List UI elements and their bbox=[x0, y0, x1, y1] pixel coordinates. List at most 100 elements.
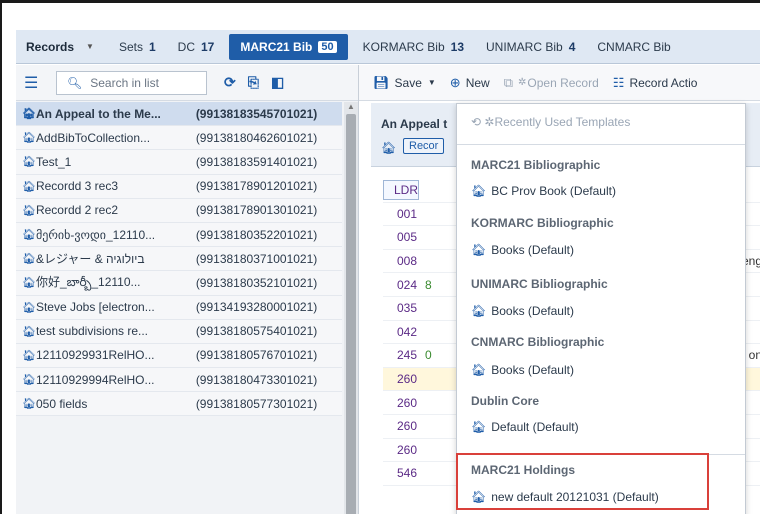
home-icon: 🏠︎ bbox=[471, 243, 487, 257]
home-icon: 🏠︎ bbox=[22, 398, 36, 411]
field-tag: 245 bbox=[397, 348, 418, 363]
home-icon: 🏠︎ bbox=[22, 325, 36, 338]
list-item[interactable]: 🏠︎ 050 fields (99138180577301021) bbox=[16, 392, 342, 417]
pin-icon: ✲ bbox=[518, 77, 527, 88]
menu-template-item[interactable]: 🏠︎ Books (Default) bbox=[471, 304, 574, 318]
menu-section-header: UNIMARC Bibliographic bbox=[471, 277, 608, 291]
tab-records[interactable]: Records ▼ bbox=[16, 30, 108, 64]
record-mms-id: (99138180352101021) bbox=[195, 275, 318, 290]
pin-icon: ✲ bbox=[484, 115, 495, 129]
template-label: Books (Default) bbox=[491, 363, 574, 377]
save-button[interactable]: 💾︎ Save ▼ bbox=[373, 75, 436, 91]
list-item[interactable]: 🏠︎ 12110929931RelHO... (99138180576701021) bbox=[16, 343, 342, 369]
new-label: New bbox=[465, 75, 490, 90]
field-tag: 260 bbox=[397, 419, 418, 434]
field-text: on bbox=[748, 348, 760, 363]
field-tag: 008 bbox=[397, 254, 418, 269]
open-record-icon: ⧉ bbox=[503, 74, 514, 90]
menu-section-header: MARC21 Bibliographic bbox=[471, 158, 601, 172]
field-indicator: 0 bbox=[425, 348, 432, 363]
list-item[interactable]: 🏠︎ Recordd 3 rec3 (99138178901201021) bbox=[16, 174, 342, 199]
list-item[interactable]: 🏠︎ Steve Jobs [electron... (99134193280001… bbox=[16, 295, 342, 320]
list-item[interactable]: 🏠︎ &レジャー & ביולוגיה (99138180371001021) bbox=[16, 247, 342, 272]
chevron-down-icon: ▼ bbox=[427, 78, 436, 87]
tab-marc21-bib[interactable]: MARC21 Bib 50 bbox=[229, 33, 348, 60]
record-mms-id: (99138180462601021) bbox=[195, 130, 318, 145]
tab-unimarc-bib[interactable]: UNIMARC Bib 4 bbox=[475, 30, 586, 64]
record-mms-id: (99138180371001021) bbox=[195, 251, 318, 266]
record-title: &レジャー & ביולוגיה bbox=[35, 252, 145, 267]
record-title: An Appeal to the Me... bbox=[35, 106, 161, 121]
list-item[interactable]: 🏠︎ An Appeal to the Me... (991381835457010… bbox=[16, 102, 342, 127]
list-item[interactable]: 🏠︎ test subdivisions re... (99138180575401… bbox=[16, 319, 342, 344]
record-mms-id: (99138180576701021) bbox=[195, 348, 318, 363]
list-scrollbar[interactable]: ▲ bbox=[344, 102, 358, 514]
history-icon: ⟲ bbox=[471, 115, 482, 129]
record-mms-id: (99138183591401021) bbox=[195, 154, 318, 169]
tab-sets[interactable]: Sets 1 bbox=[108, 30, 167, 64]
field-indicator: 8 bbox=[425, 277, 432, 292]
tab-dc[interactable]: DC 17 bbox=[167, 30, 226, 64]
list-item[interactable]: 🏠︎ AddBibToCollection... (9913818046260102… bbox=[16, 126, 342, 151]
tab-count: 13 bbox=[450, 39, 464, 54]
template-label: Books (Default) bbox=[491, 243, 574, 257]
list-item[interactable]: 🏠︎ 你好_బార్బీ_12110... (99138180352101021) bbox=[16, 271, 342, 296]
record-mms-id: (99138178901301021) bbox=[195, 203, 318, 218]
field-tag: LDR bbox=[383, 180, 419, 201]
field-tag: 546 bbox=[397, 466, 418, 481]
record-title: Test_1 bbox=[35, 154, 72, 169]
editor-toolbar: 💾︎ Save ▼ ⊕ New ⧉ ✲ Open Record ☷ Record Actio bbox=[359, 65, 760, 101]
list-item[interactable]: 🏠︎ Recordd 2 rec2 (99138178901301021) bbox=[16, 198, 342, 223]
list-item[interactable]: 🏠︎ Test_1 (99138183591401021) bbox=[16, 150, 342, 175]
home-icon: 🏠︎ bbox=[22, 156, 36, 169]
record-badge[interactable]: Recor bbox=[403, 138, 445, 154]
template-label: Books (Default) bbox=[491, 304, 574, 318]
tab-label: CNMARC Bib bbox=[597, 39, 671, 54]
home-icon: 🏠︎ bbox=[22, 301, 36, 314]
list-item[interactable]: 🏠︎ მერიხ-ვოდი_12110... (99138180352201021) bbox=[16, 222, 342, 248]
menu-template-item[interactable]: 🏠︎ Books (Default) bbox=[471, 243, 574, 257]
field-tag: 035 bbox=[397, 301, 418, 316]
app-frame: Records ▼ Sets 1 DC 17 MARC21 Bib 50 KORMARC… bbox=[0, 0, 760, 514]
record-title: მერიხ-ვოდი_12110... bbox=[35, 227, 156, 242]
refresh-icon[interactable]: ⟳ bbox=[224, 74, 236, 91]
record-title: 你好_బార్బీ_12110... bbox=[35, 275, 141, 290]
tab-label: UNIMARC Bib bbox=[486, 39, 563, 54]
home-icon: 🏠︎ bbox=[22, 204, 36, 217]
open-record-button[interactable]: ⧉ ✲ Open Record bbox=[504, 75, 599, 91]
new-button[interactable]: ⊕ New bbox=[450, 75, 490, 91]
home-icon: 🏠︎ bbox=[471, 184, 487, 198]
open-record-label: Open Record bbox=[527, 75, 599, 90]
menu-template-item[interactable]: 🏠︎ Books (Default) bbox=[471, 363, 574, 377]
tab-count: 50 bbox=[318, 40, 337, 53]
home-icon: 🏠︎ bbox=[22, 132, 36, 145]
search-input[interactable]: 🔍︎ Search in list bbox=[56, 70, 207, 95]
record-title: Recordd 2 rec2 bbox=[35, 203, 119, 218]
list-item[interactable]: 🏠︎ 12110929994RelHO... (99138180473301021) bbox=[16, 368, 342, 393]
records-list: 🏠︎ An Appeal to the Me... (991381835457010… bbox=[16, 102, 342, 417]
record-title: 12110929994RelHO... bbox=[35, 372, 155, 387]
field-tag: 024 bbox=[397, 277, 418, 292]
menu-template-item[interactable]: 🏠︎ BC Prov Book (Default) bbox=[471, 184, 616, 198]
record-actions-button[interactable]: ☷ Record Actio bbox=[613, 75, 698, 91]
search-icon: 🔍︎ bbox=[67, 75, 83, 90]
record-mms-id: (99138180352201021) bbox=[195, 227, 318, 242]
menu-template-item[interactable]: 🏠︎ Default (Default) bbox=[471, 420, 579, 434]
floppy-disk-icon: 💾︎ bbox=[373, 74, 390, 90]
home-icon: 🏠︎ bbox=[471, 304, 487, 318]
menu-section-header: Dublin Core bbox=[471, 394, 539, 408]
scroll-up-icon[interactable]: ▲ bbox=[347, 102, 355, 111]
home-icon: 🏠︎ bbox=[22, 108, 36, 121]
plus-circle-icon: ⊕ bbox=[449, 74, 461, 90]
filter-sliders-icon[interactable]: ☰ bbox=[24, 73, 42, 93]
tab-cnmarc-bib[interactable]: CNMARC Bib bbox=[586, 30, 681, 64]
record-mms-id: (99138183545701021) bbox=[195, 106, 318, 121]
home-icon: 🏠︎ bbox=[381, 141, 397, 155]
split-view-icon[interactable]: ◧ bbox=[271, 74, 284, 91]
field-tag: 260 bbox=[397, 395, 418, 410]
scrollbar-thumb[interactable] bbox=[346, 114, 356, 514]
tab-kormarc-bib[interactable]: KORMARC Bib 13 bbox=[352, 30, 475, 64]
clear-list-icon[interactable]: ⎘ bbox=[248, 74, 259, 91]
menu-section-header: CNMARC Bibliographic bbox=[471, 335, 605, 349]
menu-divider bbox=[457, 144, 745, 145]
